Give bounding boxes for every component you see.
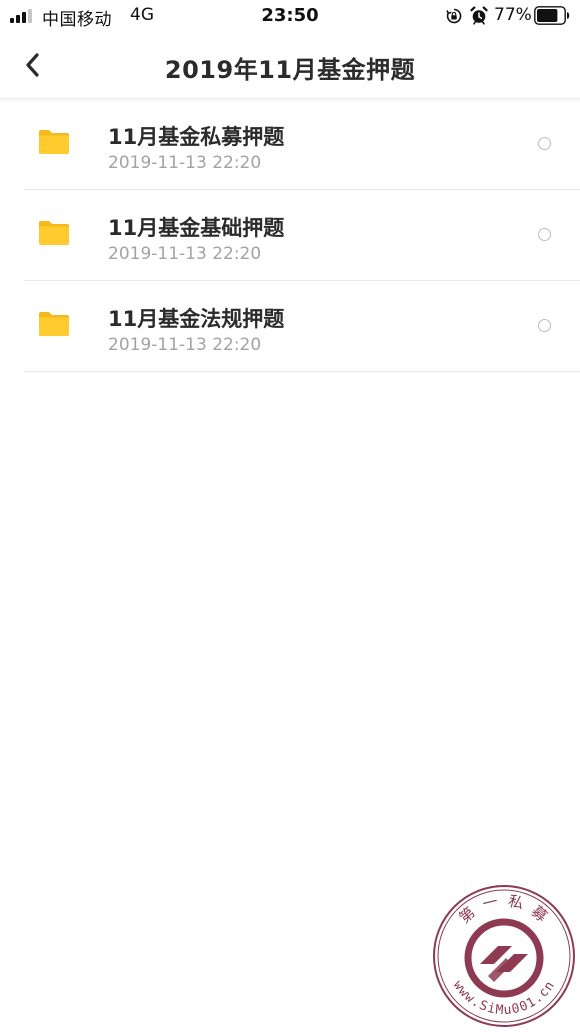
folder-icon [39, 130, 69, 154]
status-bar: 中国移动 4G 23:50 77% [0, 0, 580, 34]
select-radio[interactable] [538, 228, 551, 241]
back-button[interactable] [16, 48, 50, 82]
watermark-seal: 第 一 私 募 www.SiMu001.cn [433, 885, 575, 1027]
battery-percent: 77% [494, 5, 532, 25]
folder-item[interactable]: 11月基金基础押题 2019-11-13 22:20 [0, 190, 580, 281]
folder-list: 11月基金私募押题 2019-11-13 22:20 11月基金基础押题 201… [0, 99, 580, 372]
page-title: 2019年11月基金押题 [164, 56, 416, 84]
folder-icon [39, 312, 69, 336]
battery-icon [534, 6, 570, 25]
select-radio[interactable] [538, 137, 551, 150]
folder-icon [39, 221, 69, 245]
status-time: 23:50 [261, 5, 319, 26]
folder-name: 11月基金基础押题 [108, 216, 285, 240]
folder-name: 11月基金法规押题 [108, 307, 285, 331]
folder-date: 2019-11-13 22:20 [108, 153, 262, 173]
folder-date: 2019-11-13 22:20 [108, 335, 262, 355]
chevron-left-icon [26, 53, 39, 77]
folder-item[interactable]: 11月基金私募押题 2019-11-13 22:20 [0, 99, 580, 190]
folder-date: 2019-11-13 22:20 [108, 244, 262, 264]
select-radio[interactable] [538, 319, 551, 332]
app-screen: 中国移动 4G 23:50 77% 2019年11月基金押题 11月基金私募押题… [0, 0, 580, 1032]
folder-item[interactable]: 11月基金法规押题 2019-11-13 22:20 [0, 281, 580, 372]
folder-name: 11月基金私募押题 [108, 125, 285, 149]
navigation-bar: 2019年11月基金押题 [0, 34, 580, 99]
alarm-icon [470, 6, 488, 25]
orientation-lock-icon [446, 8, 462, 24]
